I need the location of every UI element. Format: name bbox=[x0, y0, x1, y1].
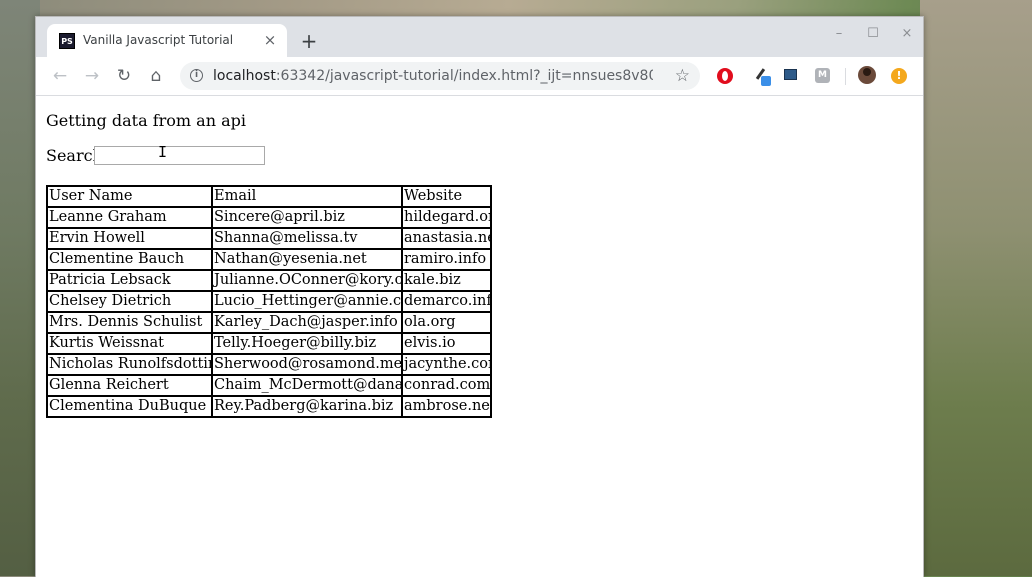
search-input[interactable] bbox=[94, 146, 265, 165]
back-icon[interactable]: ← bbox=[50, 66, 70, 86]
maximize-icon[interactable]: ☐ bbox=[867, 27, 879, 41]
page-heading: Getting data from an api bbox=[46, 111, 246, 130]
new-tab-icon[interactable]: + bbox=[298, 30, 320, 52]
table-cell: Clementine Bauch bbox=[47, 249, 212, 270]
table-cell: Kurtis Weissnat bbox=[47, 333, 212, 354]
table-cell: Glenna Reichert bbox=[47, 375, 212, 396]
table-row: Mrs. Dennis Schulist Karley_Dach@jasper.i… bbox=[47, 312, 491, 333]
table-cell: Patricia Lebsack bbox=[47, 270, 212, 291]
site-info-icon[interactable]: i bbox=[190, 69, 203, 82]
users-table: User Name Email Website Leanne Graham Sincer… bbox=[46, 185, 492, 418]
table-cell: Shanna@melissa.tv bbox=[212, 228, 402, 249]
table-cell: Nicholas Runolfsdottir V bbox=[47, 354, 212, 375]
phpstorm-favicon-icon: PS bbox=[59, 33, 76, 50]
m-extension-icon[interactable]: M bbox=[815, 68, 830, 83]
color-picker-extension-icon[interactable] bbox=[755, 67, 771, 86]
table-cell: Chaim_McDermott@dana.io bbox=[212, 375, 402, 396]
browser-window: PS Vanilla Javascript Tutorial × + – ☐ ×… bbox=[35, 16, 924, 577]
url-text[interactable]: localhost:63342/javascript-tutorial/inde… bbox=[213, 68, 653, 84]
table-cell: conrad.com bbox=[402, 375, 491, 396]
forward-icon[interactable]: → bbox=[82, 66, 102, 86]
desktop-background-left bbox=[0, 0, 40, 576]
table-cell: Karley_Dach@jasper.info bbox=[212, 312, 402, 333]
table-cell: ramiro.info bbox=[402, 249, 491, 270]
table-row: Ervin Howell Shanna@melissa.tv anastasia.n… bbox=[47, 228, 491, 249]
tab-title: Vanilla Javascript Tutorial bbox=[83, 33, 234, 47]
browser-toolbar: ← → ↻ ⌂ i localhost:63342/javascript-tut… bbox=[36, 57, 923, 96]
tab-strip: PS Vanilla Javascript Tutorial × + – ☐ × bbox=[36, 17, 923, 57]
table-row: Nicholas Runolfsdottir V Sherwood@rosamon… bbox=[47, 354, 491, 375]
table-cell: Sherwood@rosamond.me bbox=[212, 354, 402, 375]
table-cell: Lucio_Hettinger@annie.ca bbox=[212, 291, 402, 312]
table-row: Chelsey Dietrich Lucio_Hettinger@annie.ca… bbox=[47, 291, 491, 312]
table-cell: Chelsey Dietrich bbox=[47, 291, 212, 312]
table-cell: ambrose.net bbox=[402, 396, 491, 417]
bookmark-star-icon[interactable]: ☆ bbox=[675, 66, 690, 86]
tab-active[interactable]: PS Vanilla Javascript Tutorial × bbox=[47, 24, 287, 57]
table-cell: Sincere@april.biz bbox=[212, 207, 402, 228]
table-row: Glenna Reichert Chaim_McDermott@dana.io co… bbox=[47, 375, 491, 396]
table-cell: Ervin Howell bbox=[47, 228, 212, 249]
table-cell: Julianne.OConner@kory.org bbox=[212, 270, 402, 291]
table-cell: Mrs. Dennis Schulist bbox=[47, 312, 212, 333]
window-close-icon[interactable]: × bbox=[901, 27, 913, 41]
toolbar-divider bbox=[845, 68, 846, 85]
table-header-row: User Name Email Website bbox=[47, 186, 491, 207]
table-row: Kurtis Weissnat Telly.Hoeger@billy.biz elv… bbox=[47, 333, 491, 354]
column-header: Website bbox=[402, 186, 491, 207]
text-cursor-icon: I bbox=[158, 143, 168, 161]
reload-icon[interactable]: ↻ bbox=[114, 66, 134, 86]
page-content: Getting data from an api Search I User N… bbox=[36, 96, 923, 577]
minimize-icon[interactable]: – bbox=[833, 27, 845, 41]
monitor-extension-icon[interactable] bbox=[784, 69, 797, 80]
table-row: Clementina DuBuque Rey.Padberg@karina.biz… bbox=[47, 396, 491, 417]
table-cell: kale.biz bbox=[402, 270, 491, 291]
table-cell: Rey.Padberg@karina.biz bbox=[212, 396, 402, 417]
table-cell: hildegard.org bbox=[402, 207, 491, 228]
url-path: :63342/javascript-tutorial/index.html?_i… bbox=[275, 68, 653, 84]
update-alert-icon[interactable]: ! bbox=[891, 68, 907, 84]
tab-close-icon[interactable]: × bbox=[261, 31, 279, 49]
table-cell: ola.org bbox=[402, 312, 491, 333]
table-row: Clementine Bauch Nathan@yesenia.net ramiro… bbox=[47, 249, 491, 270]
window-controls: – ☐ × bbox=[833, 27, 913, 47]
table-cell: Telly.Hoeger@billy.biz bbox=[212, 333, 402, 354]
home-icon[interactable]: ⌂ bbox=[146, 66, 166, 86]
table-cell: Nathan@yesenia.net bbox=[212, 249, 402, 270]
table-cell: Leanne Graham bbox=[47, 207, 212, 228]
address-bar[interactable]: i localhost:63342/javascript-tutorial/in… bbox=[180, 62, 700, 90]
table-cell: elvis.io bbox=[402, 333, 491, 354]
table-cell: jacynthe.com bbox=[402, 354, 491, 375]
table-row: Leanne Graham Sincere@april.biz hildegard.… bbox=[47, 207, 491, 228]
url-host: localhost bbox=[213, 68, 276, 84]
table-row: Patricia Lebsack Julianne.OConner@kory.or… bbox=[47, 270, 491, 291]
table-cell: demarco.info bbox=[402, 291, 491, 312]
column-header: User Name bbox=[47, 186, 212, 207]
profile-avatar-icon[interactable] bbox=[858, 66, 876, 84]
opera-extension-icon[interactable] bbox=[717, 68, 733, 84]
table-cell: Clementina DuBuque bbox=[47, 396, 212, 417]
column-header: Email bbox=[212, 186, 402, 207]
desktop-background-right bbox=[920, 0, 1032, 576]
table-cell: anastasia.net bbox=[402, 228, 491, 249]
